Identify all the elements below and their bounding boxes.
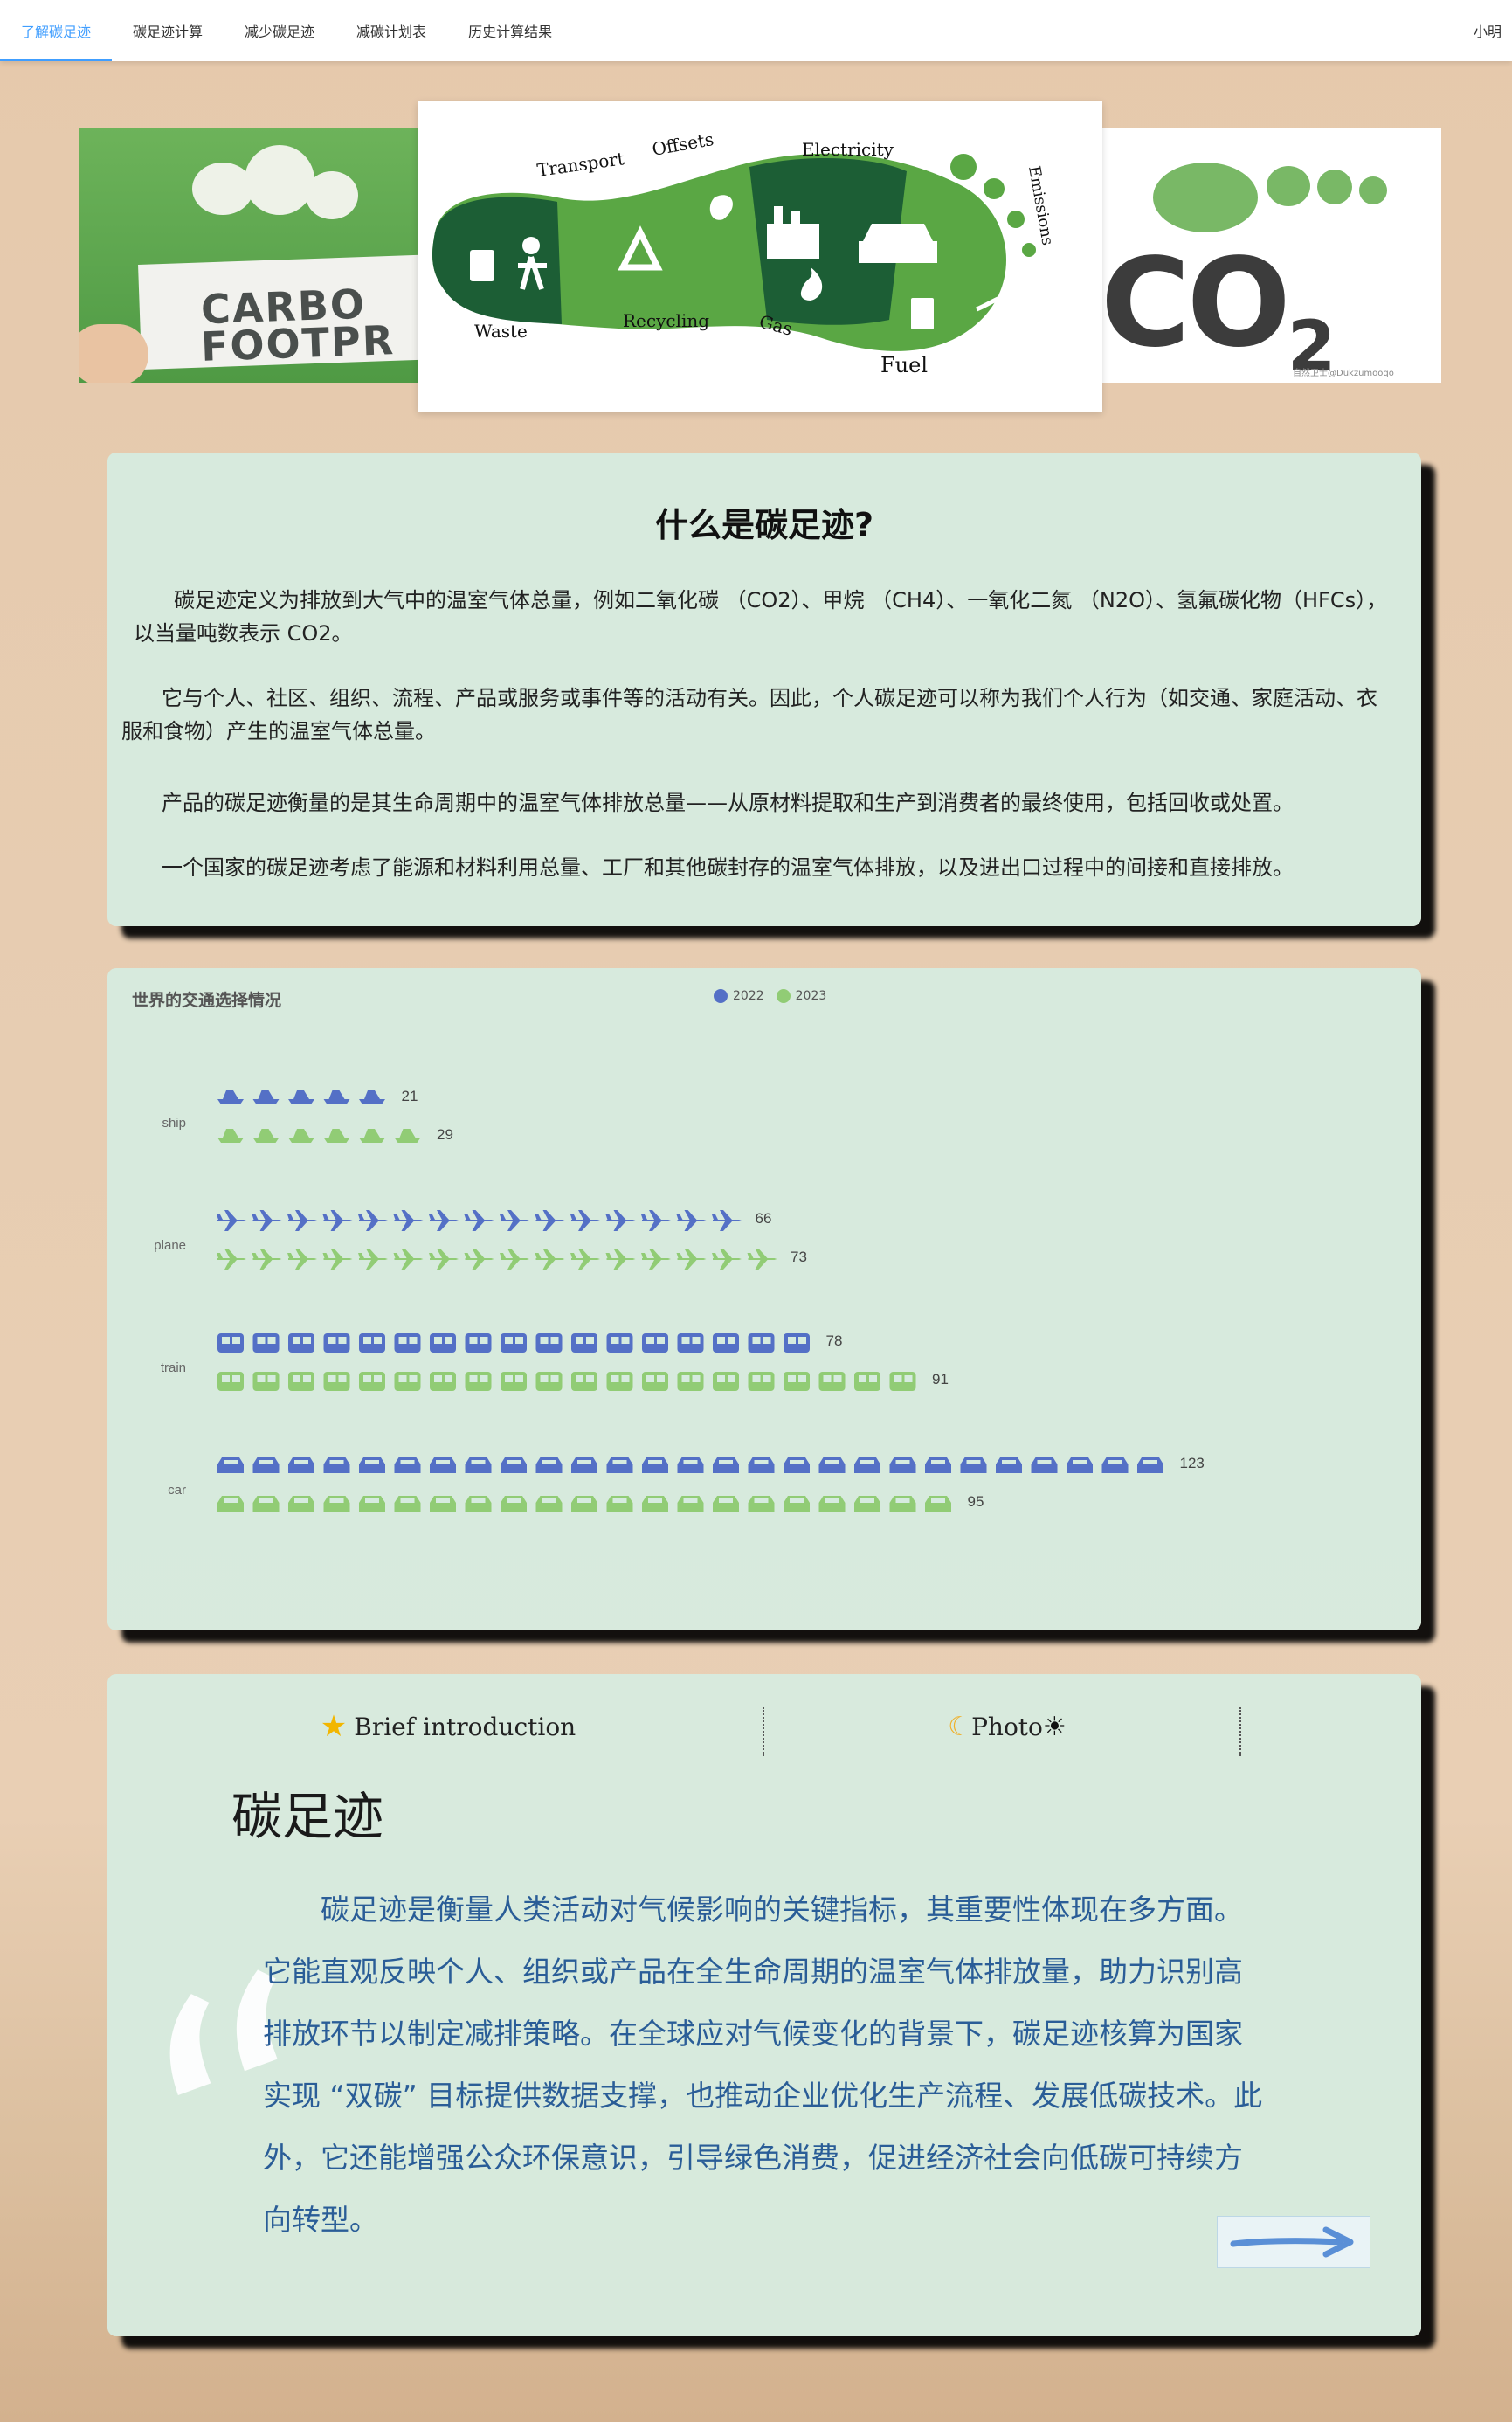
svg-text:Recycling: Recycling xyxy=(623,310,709,331)
tree-shape xyxy=(245,145,314,215)
svg-text:Fuel: Fuel xyxy=(880,353,928,377)
data-label-ship-2022: 21 xyxy=(402,1088,418,1104)
bar-plane-2022[interactable] xyxy=(217,1210,742,1231)
brief-intro-card: ★ Brief introduction ☾ Photo ☀ 碳足迹 “ 碳足迹… xyxy=(89,1674,1421,2361)
intro-paragraph: 碳足迹定义为排放到大气中的温室气体总量，例如二氧化碳 （CO2）、甲烷 （CH4… xyxy=(134,588,1388,646)
data-label-car-2023: 95 xyxy=(968,1493,984,1510)
paw-shape xyxy=(1359,176,1387,204)
bar-car-2022[interactable] xyxy=(217,1457,1163,1473)
intro-paragraph: 一个国家的碳足迹考虑了能源和材料利用总量、工厂和其他碳封存的温室气体排放，以及进… xyxy=(162,855,1294,880)
tab-bar: ★ Brief introduction ☾ Photo ☀ xyxy=(107,1702,1421,1756)
pictorial-bar-chart: ship 21 29 plane 66 73 train 78 91 car 123 95 xyxy=(154,1088,1205,1512)
category-label-plane: plane xyxy=(154,1238,186,1253)
tree-shape xyxy=(192,163,253,215)
bar-plane-2023[interactable] xyxy=(217,1249,777,1270)
next-arrow-button[interactable] xyxy=(1217,2216,1370,2268)
nav-item-learn[interactable]: 了解碳足迹 xyxy=(0,0,113,61)
carousel-slide-carbon-footprint[interactable]: CARBO FOOTPR xyxy=(79,128,445,383)
user-name[interactable]: 小明 xyxy=(1474,20,1512,41)
svg-text:Waste: Waste xyxy=(474,321,528,342)
bar-ship-2023[interactable] xyxy=(217,1129,421,1143)
svg-text:Emissions: Emissions xyxy=(1025,164,1057,246)
data-label-plane-2022: 66 xyxy=(756,1210,772,1227)
co2-text: CO2 xyxy=(1101,232,1336,383)
category-label-ship: ship xyxy=(162,1116,186,1131)
banner-word-2: FOOTPR xyxy=(200,316,397,370)
category-label-train: train xyxy=(161,1360,186,1375)
bar-car-2023[interactable] xyxy=(217,1496,951,1512)
data-label-plane-2023: 73 xyxy=(791,1249,807,1265)
section-heading: 碳足迹 xyxy=(231,1787,384,1846)
tab-photo[interactable]: ☾ Photo ☀ xyxy=(780,1702,1234,1751)
section-body: 碳足迹是衡量人类活动对气候影响的关键指标，其重要性体现在多方面。它能直观反映个人… xyxy=(263,1893,1263,2237)
tab-brief-introduction[interactable]: ★ Brief introduction xyxy=(247,1702,649,1751)
svg-text:Transport: Transport xyxy=(535,148,625,181)
sun-icon: ☀ xyxy=(1042,1711,1067,1742)
category-label-car: car xyxy=(168,1483,186,1498)
nav-item-history[interactable]: 历史计算结果 xyxy=(447,0,573,61)
data-label-train-2023: 91 xyxy=(932,1371,949,1387)
footprint-graphic: Transport Offsets Electricity Emissions … xyxy=(432,128,1057,377)
tree-shape xyxy=(306,171,358,219)
intro-paragraph: 它与个人、社区、组织、流程、产品或服务或事件等的活动有关。因此，个人碳足迹可以称… xyxy=(121,686,1377,744)
paw-shape xyxy=(1317,170,1352,204)
hand-shape xyxy=(79,324,148,383)
top-nav: 了解碳足迹 碳足迹计算 减少碳足迹 减碳计划表 历史计算结果 小明 xyxy=(0,0,1512,61)
svg-text:Offsets: Offsets xyxy=(651,128,715,160)
watermark-text: 自然卫士@Dukzumooqo xyxy=(1293,369,1394,378)
carousel-slide-co2[interactable]: CO2 自然卫士@Dukzumooqo xyxy=(1092,128,1441,383)
bar-ship-2022[interactable] xyxy=(217,1090,385,1104)
bar-train-2023[interactable] xyxy=(217,1372,916,1391)
intro-paragraph: 产品的碳足迹衡量的是其生命周期中的温室气体排放总量——从原材料提取和生产到消费者… xyxy=(162,791,1294,815)
tab-divider xyxy=(763,1707,764,1756)
data-label-train-2022: 78 xyxy=(826,1332,843,1349)
paw-shape xyxy=(1267,166,1310,206)
carousel-slide-footprint-graphic[interactable]: Transport Offsets Electricity Emissions … xyxy=(418,101,1102,412)
paw-shape xyxy=(1153,163,1258,232)
nav-item-calculate[interactable]: 碳足迹计算 xyxy=(112,0,224,61)
transport-chart-card: 世界的交通选择情况 2022 2023 ship 21 29 plane 66 73 tra… xyxy=(107,968,1421,1630)
tab-divider xyxy=(1239,1707,1241,1756)
moon-icon: ☾ xyxy=(948,1711,972,1742)
star-icon: ★ xyxy=(320,1709,348,1744)
data-label-car-2022: 123 xyxy=(1180,1455,1205,1471)
svg-text:Electricity: Electricity xyxy=(802,139,894,160)
image-carousel[interactable]: CARBO FOOTPR CO2 自然卫士@Dukzumooqo Transpo… xyxy=(79,101,1441,412)
nav-item-plan[interactable]: 减碳计划表 xyxy=(335,0,447,61)
bar-train-2022[interactable] xyxy=(217,1333,810,1353)
intro-title: 什么是碳足迹? xyxy=(654,506,874,544)
nav-item-reduce[interactable]: 减少碳足迹 xyxy=(224,0,335,61)
data-label-ship-2023: 29 xyxy=(437,1126,453,1143)
intro-card: 什么是碳足迹? 碳足迹定义为排放到大气中的温室气体总量，例如二氧化碳 （CO2）… xyxy=(107,453,1421,926)
arrow-right-icon xyxy=(1230,2226,1354,2258)
